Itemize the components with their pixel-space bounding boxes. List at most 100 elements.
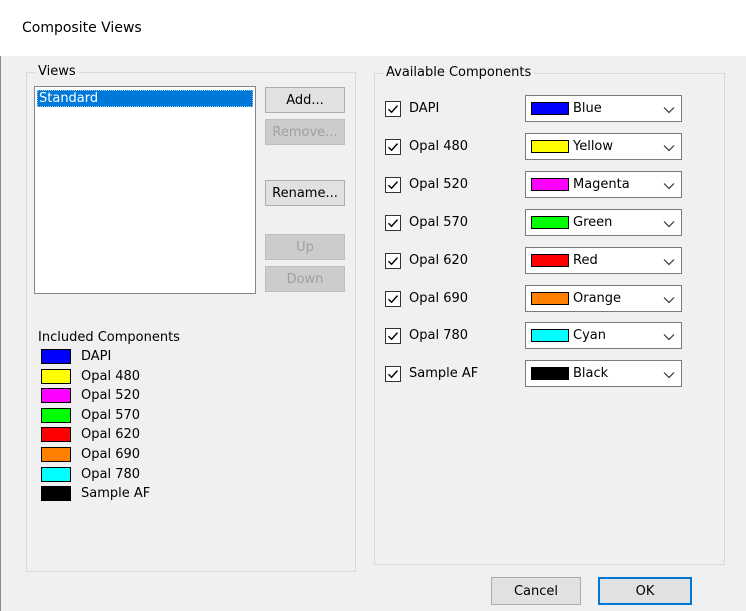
- included-component-item: Opal 780: [41, 466, 241, 484]
- color-dropdown[interactable]: Cyan: [525, 322, 682, 350]
- window-border-left: [0, 0, 1, 611]
- included-component-item: Opal 480: [41, 368, 241, 386]
- color-dropdown-value: Orange: [573, 290, 622, 306]
- color-dropdown-value: Green: [573, 214, 613, 230]
- down-button[interactable]: Down: [265, 266, 345, 292]
- component-checkbox[interactable]: [385, 214, 401, 231]
- component-label[interactable]: Opal 690: [409, 290, 468, 308]
- component-row: Opal 690 Orange: [385, 284, 685, 313]
- included-component-item: DAPI: [41, 348, 241, 366]
- color-dropdown[interactable]: Yellow: [525, 132, 682, 160]
- color-swatch: [531, 215, 569, 229]
- color-swatch: [531, 367, 569, 381]
- component-checkbox[interactable]: [385, 138, 401, 155]
- component-label[interactable]: Opal 520: [409, 176, 468, 194]
- color-swatch: [41, 486, 71, 502]
- chevron-down-icon[interactable]: [663, 255, 675, 270]
- chevron-down-icon[interactable]: [663, 103, 675, 118]
- checkmark-icon: [387, 255, 399, 267]
- rename-button[interactable]: Rename...: [265, 180, 345, 206]
- color-swatch: [41, 427, 71, 443]
- views-list-item[interactable]: Standard: [37, 90, 253, 107]
- component-checkbox[interactable]: [385, 176, 401, 193]
- component-label[interactable]: Opal 620: [409, 252, 468, 270]
- component-checkbox[interactable]: [385, 252, 401, 269]
- color-swatch: [531, 139, 569, 153]
- color-swatch: [41, 368, 71, 384]
- included-component-label: Sample AF: [81, 486, 151, 502]
- included-component-label: Opal 520: [81, 388, 141, 404]
- color-swatch: [41, 447, 71, 462]
- color-dropdown-value: Magenta: [573, 176, 630, 192]
- color-dropdown[interactable]: Black: [525, 360, 682, 388]
- color-dropdown[interactable]: Orange: [525, 284, 682, 312]
- component-checkbox[interactable]: [385, 366, 401, 383]
- color-dropdown[interactable]: Magenta: [525, 170, 682, 198]
- checkmark-icon: [387, 330, 399, 342]
- color-dropdown[interactable]: Green: [525, 208, 682, 236]
- included-components-label: Included Components: [38, 330, 180, 345]
- chevron-down-icon[interactable]: [663, 217, 675, 232]
- color-swatch: [531, 177, 569, 191]
- component-checkbox[interactable]: [385, 101, 401, 117]
- checkmark-icon: [387, 103, 399, 115]
- checkmark-icon: [387, 141, 399, 153]
- up-button[interactable]: Up: [265, 234, 345, 260]
- component-checkbox[interactable]: [385, 328, 401, 345]
- add-button[interactable]: Add...: [265, 87, 345, 113]
- component-row: DAPI Blue: [385, 95, 685, 123]
- color-dropdown-value: Black: [573, 366, 609, 382]
- component-row: Opal 520 Magenta: [385, 170, 685, 199]
- available-components-label: Available Components: [383, 65, 535, 80]
- views-group-label: Views: [35, 64, 79, 79]
- cancel-button[interactable]: Cancel: [491, 577, 581, 605]
- color-swatch: [41, 349, 71, 364]
- color-swatch: [531, 253, 569, 267]
- chevron-down-icon[interactable]: [663, 179, 675, 194]
- checkmark-icon: [387, 293, 399, 305]
- color-swatch: [531, 291, 569, 305]
- chevron-down-icon[interactable]: [663, 368, 675, 383]
- component-row: Opal 480 Yellow: [385, 132, 685, 161]
- component-label[interactable]: Opal 570: [409, 214, 468, 232]
- included-component-label: Opal 570: [81, 407, 141, 423]
- included-component-item: Opal 570: [41, 407, 241, 425]
- included-component-item: Opal 690: [41, 446, 241, 464]
- color-dropdown[interactable]: Red: [525, 246, 682, 274]
- checkmark-icon: [387, 217, 399, 229]
- included-component-label: Opal 620: [81, 427, 141, 443]
- color-swatch: [41, 407, 71, 423]
- color-dropdown-value: Red: [573, 252, 598, 268]
- color-swatch: [531, 329, 569, 343]
- included-component-label: Opal 480: [81, 368, 141, 384]
- chevron-down-icon[interactable]: [663, 141, 675, 156]
- color-swatch: [41, 388, 71, 404]
- component-label[interactable]: Opal 780: [409, 327, 468, 345]
- color-dropdown-value: Yellow: [573, 138, 614, 154]
- color-dropdown-value: Cyan: [573, 328, 606, 344]
- checkmark-icon: [387, 368, 399, 380]
- component-row: Opal 570 Green: [385, 208, 685, 237]
- included-component-label: Opal 780: [81, 466, 141, 482]
- component-row: Opal 620 Red: [385, 246, 685, 275]
- component-row: Opal 780 Cyan: [385, 322, 685, 350]
- window-title: Composite Views: [22, 20, 142, 36]
- included-component-item: Opal 520: [41, 387, 241, 405]
- component-label[interactable]: Opal 480: [409, 138, 468, 156]
- color-dropdown-value: Blue: [573, 101, 602, 116]
- title-bar[interactable]: Composite Views: [0, 0, 746, 56]
- ok-button[interactable]: OK: [598, 577, 692, 605]
- included-component-item: Opal 620: [41, 426, 241, 444]
- color-swatch: [41, 466, 71, 482]
- chevron-down-icon[interactable]: [663, 330, 675, 345]
- remove-button[interactable]: Remove...: [265, 119, 345, 145]
- color-dropdown[interactable]: Blue: [525, 95, 682, 122]
- included-component-label: DAPI: [81, 349, 112, 364]
- component-checkbox[interactable]: [385, 290, 401, 307]
- component-label[interactable]: Sample AF: [409, 365, 478, 383]
- component-label[interactable]: DAPI: [409, 100, 439, 118]
- checkmark-icon: [387, 179, 399, 191]
- chevron-down-icon[interactable]: [663, 293, 675, 308]
- views-listbox[interactable]: Standard: [34, 86, 256, 294]
- color-swatch: [531, 102, 569, 115]
